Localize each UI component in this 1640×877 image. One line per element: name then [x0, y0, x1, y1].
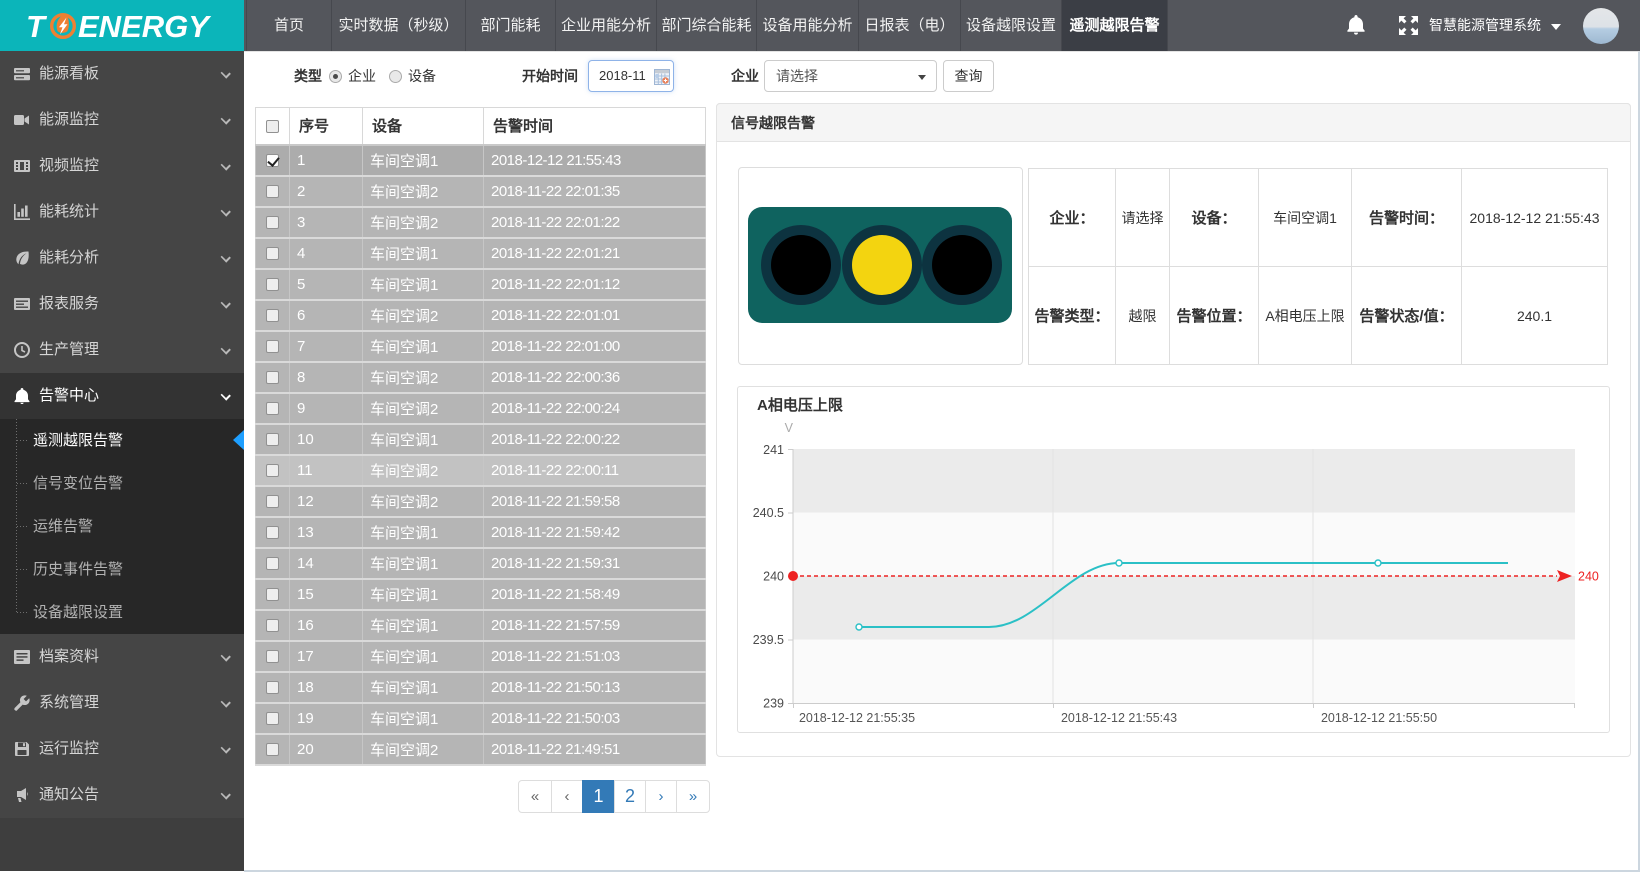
svg-text:2018-12-12 21:55:35: 2018-12-12 21:55:35 [799, 711, 915, 725]
svg-text:V: V [785, 421, 794, 435]
svg-text:240: 240 [1578, 570, 1599, 584]
svg-text:T: T [26, 9, 48, 44]
svg-text:240: 240 [763, 570, 784, 584]
svg-text:ENERGY: ENERGY [78, 9, 212, 44]
svg-text:239.5: 239.5 [753, 633, 784, 647]
svg-text:2018-12-12 21:55:43: 2018-12-12 21:55:43 [1061, 711, 1177, 725]
svg-text:2018-12-12 21:55:50: 2018-12-12 21:55:50 [1321, 711, 1437, 725]
svg-text:239: 239 [763, 697, 784, 711]
svg-text:241: 241 [763, 443, 784, 457]
svg-text:240.5: 240.5 [753, 506, 784, 520]
